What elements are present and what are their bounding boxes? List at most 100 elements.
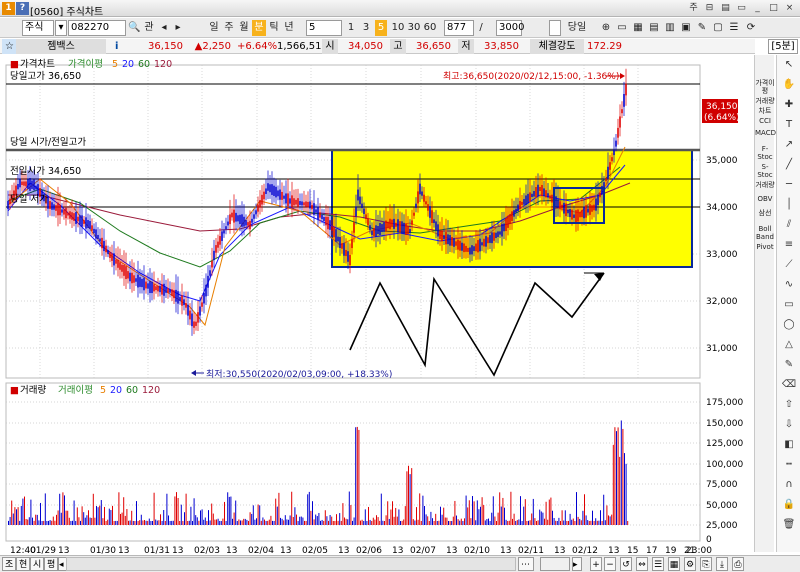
folder-icon[interactable]: ▢ (712, 20, 724, 36)
zoom-icon[interactable]: ⊕ (600, 20, 612, 36)
zoom-out-icon[interactable]: − (604, 557, 616, 571)
minute-5[interactable]: 5 (375, 20, 387, 36)
gann-icon[interactable]: ⟋ (781, 257, 797, 273)
cursor-icon[interactable]: ↖ (781, 57, 797, 73)
code-input[interactable]: 082270 (68, 20, 126, 36)
tab-search[interactable]: 조 (2, 557, 17, 571)
close-button[interactable]: × (783, 2, 796, 15)
sidebar-item-volume2[interactable]: 거래량 (755, 181, 775, 191)
period-year[interactable]: 년 (282, 20, 296, 36)
count-input[interactable]: 877 (444, 20, 474, 36)
period-day[interactable]: 일 (207, 20, 221, 36)
kwan-button[interactable]: 관 (142, 20, 156, 36)
hand-icon[interactable]: ✋ (781, 77, 797, 93)
reset-icon[interactable]: ↺ (620, 557, 632, 571)
list-icon[interactable]: ☰ (652, 557, 664, 571)
layout-icon[interactable]: ▤ (648, 20, 660, 36)
export-icon[interactable]: ⤓ (716, 557, 728, 571)
minute-30[interactable]: 30 (406, 20, 422, 36)
sidebar-item-three-line[interactable]: 삼선 (755, 209, 775, 221)
tool-icon[interactable]: ✎ (696, 20, 708, 36)
scroll-right-icon[interactable]: ▸ (572, 557, 582, 571)
pen-icon[interactable]: ✎ (781, 357, 797, 373)
cycle-icon[interactable]: ∿ (781, 277, 797, 293)
restore-icon[interactable]: ▭ (735, 2, 748, 15)
minimize-button[interactable]: _ (751, 2, 764, 15)
zoom-in-icon[interactable]: + (590, 557, 602, 571)
text-icon[interactable]: T (781, 117, 797, 133)
triangle-icon[interactable]: △ (781, 337, 797, 353)
trash-icon[interactable]: 🗑 (781, 517, 797, 533)
minute-60[interactable]: 60 (422, 20, 438, 36)
down-arrow-icon[interactable]: ⇩ (781, 417, 797, 433)
sidebar-item-sstoc[interactable]: S-Stoc (755, 163, 775, 179)
sidebar-item-ma[interactable]: 가격이평 (755, 79, 775, 95)
link-icon[interactable]: ⊟ (703, 2, 716, 15)
minute-3[interactable]: 3 (360, 20, 372, 36)
config-icon[interactable]: ⚙ (684, 557, 696, 571)
market-select[interactable]: 주식 (22, 20, 54, 36)
ellipse-icon[interactable]: ◯ (781, 317, 797, 333)
minute-1[interactable]: 1 (345, 20, 357, 36)
save-icon[interactable]: ▣ (680, 20, 692, 36)
scroll-track[interactable] (540, 557, 570, 571)
volume-bar (48, 520, 49, 525)
favorite-icon[interactable]: ☆ (2, 39, 16, 54)
vline-icon[interactable]: │ (781, 197, 797, 213)
lock-icon[interactable]: 🔒 (781, 497, 797, 513)
print-icon[interactable]: ▥ (664, 20, 676, 36)
settings-icon[interactable]: ▤ (719, 2, 732, 15)
scroll-thumb[interactable]: ⋯ (518, 557, 534, 571)
trendline-icon[interactable]: ╱ (781, 157, 797, 173)
today-checkbox[interactable] (549, 20, 561, 36)
up-arrow-icon[interactable]: ⇧ (781, 397, 797, 413)
period-month[interactable]: 월 (237, 20, 251, 36)
prev-icon[interactable]: ◂ (158, 20, 170, 36)
fibo-icon[interactable]: ≡ (781, 237, 797, 253)
interval-input[interactable]: 5 (306, 20, 342, 36)
period-tick[interactable]: 틱 (267, 20, 281, 36)
chevron-down-icon[interactable]: ▾ (55, 20, 67, 36)
help-icon[interactable]: ? (16, 2, 29, 15)
price-chart[interactable]: 당일고가 36,650 당일 시가/전일고가 전일시가 34,650 당일 저가… (0, 55, 754, 380)
hline-icon[interactable]: ─ (781, 177, 797, 193)
sidebar-item-obv[interactable]: OBV (755, 195, 775, 205)
maximize-button[interactable]: □ (767, 2, 780, 15)
eraser-icon[interactable]: ⌫ (781, 377, 797, 393)
next-icon[interactable]: ▸ (172, 20, 184, 36)
refresh-icon[interactable]: ⟳ (745, 20, 757, 36)
sidebar-item-bollinger[interactable]: Boll Band (755, 225, 775, 241)
volume-chart[interactable]: ■ 거래량 거래이평 5 20 60 120 175,000 150,000 1… (0, 380, 754, 543)
line-style-icon[interactable]: ┅ (781, 457, 797, 473)
sidebar-item-volume[interactable]: 거래량 (755, 97, 775, 107)
table-icon[interactable]: ▦ (668, 557, 680, 571)
copy-icon[interactable]: ⎘ (700, 557, 712, 571)
fit-icon[interactable]: ⇔ (636, 557, 648, 571)
rectangle-icon[interactable]: ▭ (781, 297, 797, 313)
sidebar-item-macd[interactable]: MACD (755, 129, 776, 143)
sidebar-item-chart[interactable]: 차트 (755, 107, 775, 117)
crosshair-icon[interactable]: ✚ (781, 97, 797, 113)
channel-icon[interactable]: ⫽ (781, 217, 797, 233)
sidebar-item-fstoc[interactable]: F-Stoc (755, 145, 775, 161)
window-icon[interactable]: ▭ (616, 20, 628, 36)
sidebar-item-cci[interactable]: CCI (755, 117, 775, 129)
tab-current[interactable]: 현 (16, 557, 31, 571)
period-week[interactable]: 주 (222, 20, 236, 36)
info-icon[interactable]: i (112, 39, 124, 54)
print-icon[interactable]: ⎙ (732, 557, 744, 571)
period-minute[interactable]: 분 (252, 20, 266, 36)
arrow-icon[interactable]: ↗ (781, 137, 797, 153)
pin-icon[interactable]: 주 (687, 2, 700, 15)
color-icon[interactable]: ◧ (781, 437, 797, 453)
search-icon[interactable]: 🔍 (128, 20, 140, 36)
sidebar-item-pivot[interactable]: Pivot (755, 243, 775, 253)
total-input[interactable]: 3000 (496, 20, 524, 36)
horizontal-scrollbar[interactable] (66, 557, 516, 571)
tab-market[interactable]: 시 (30, 557, 45, 571)
tab-average[interactable]: 평 (44, 557, 59, 571)
magnet-icon[interactable]: ∩ (781, 477, 797, 493)
minute-10[interactable]: 10 (390, 20, 406, 36)
options-icon[interactable]: ☰ (728, 20, 740, 36)
grid-icon[interactable]: ▦ (632, 20, 644, 36)
